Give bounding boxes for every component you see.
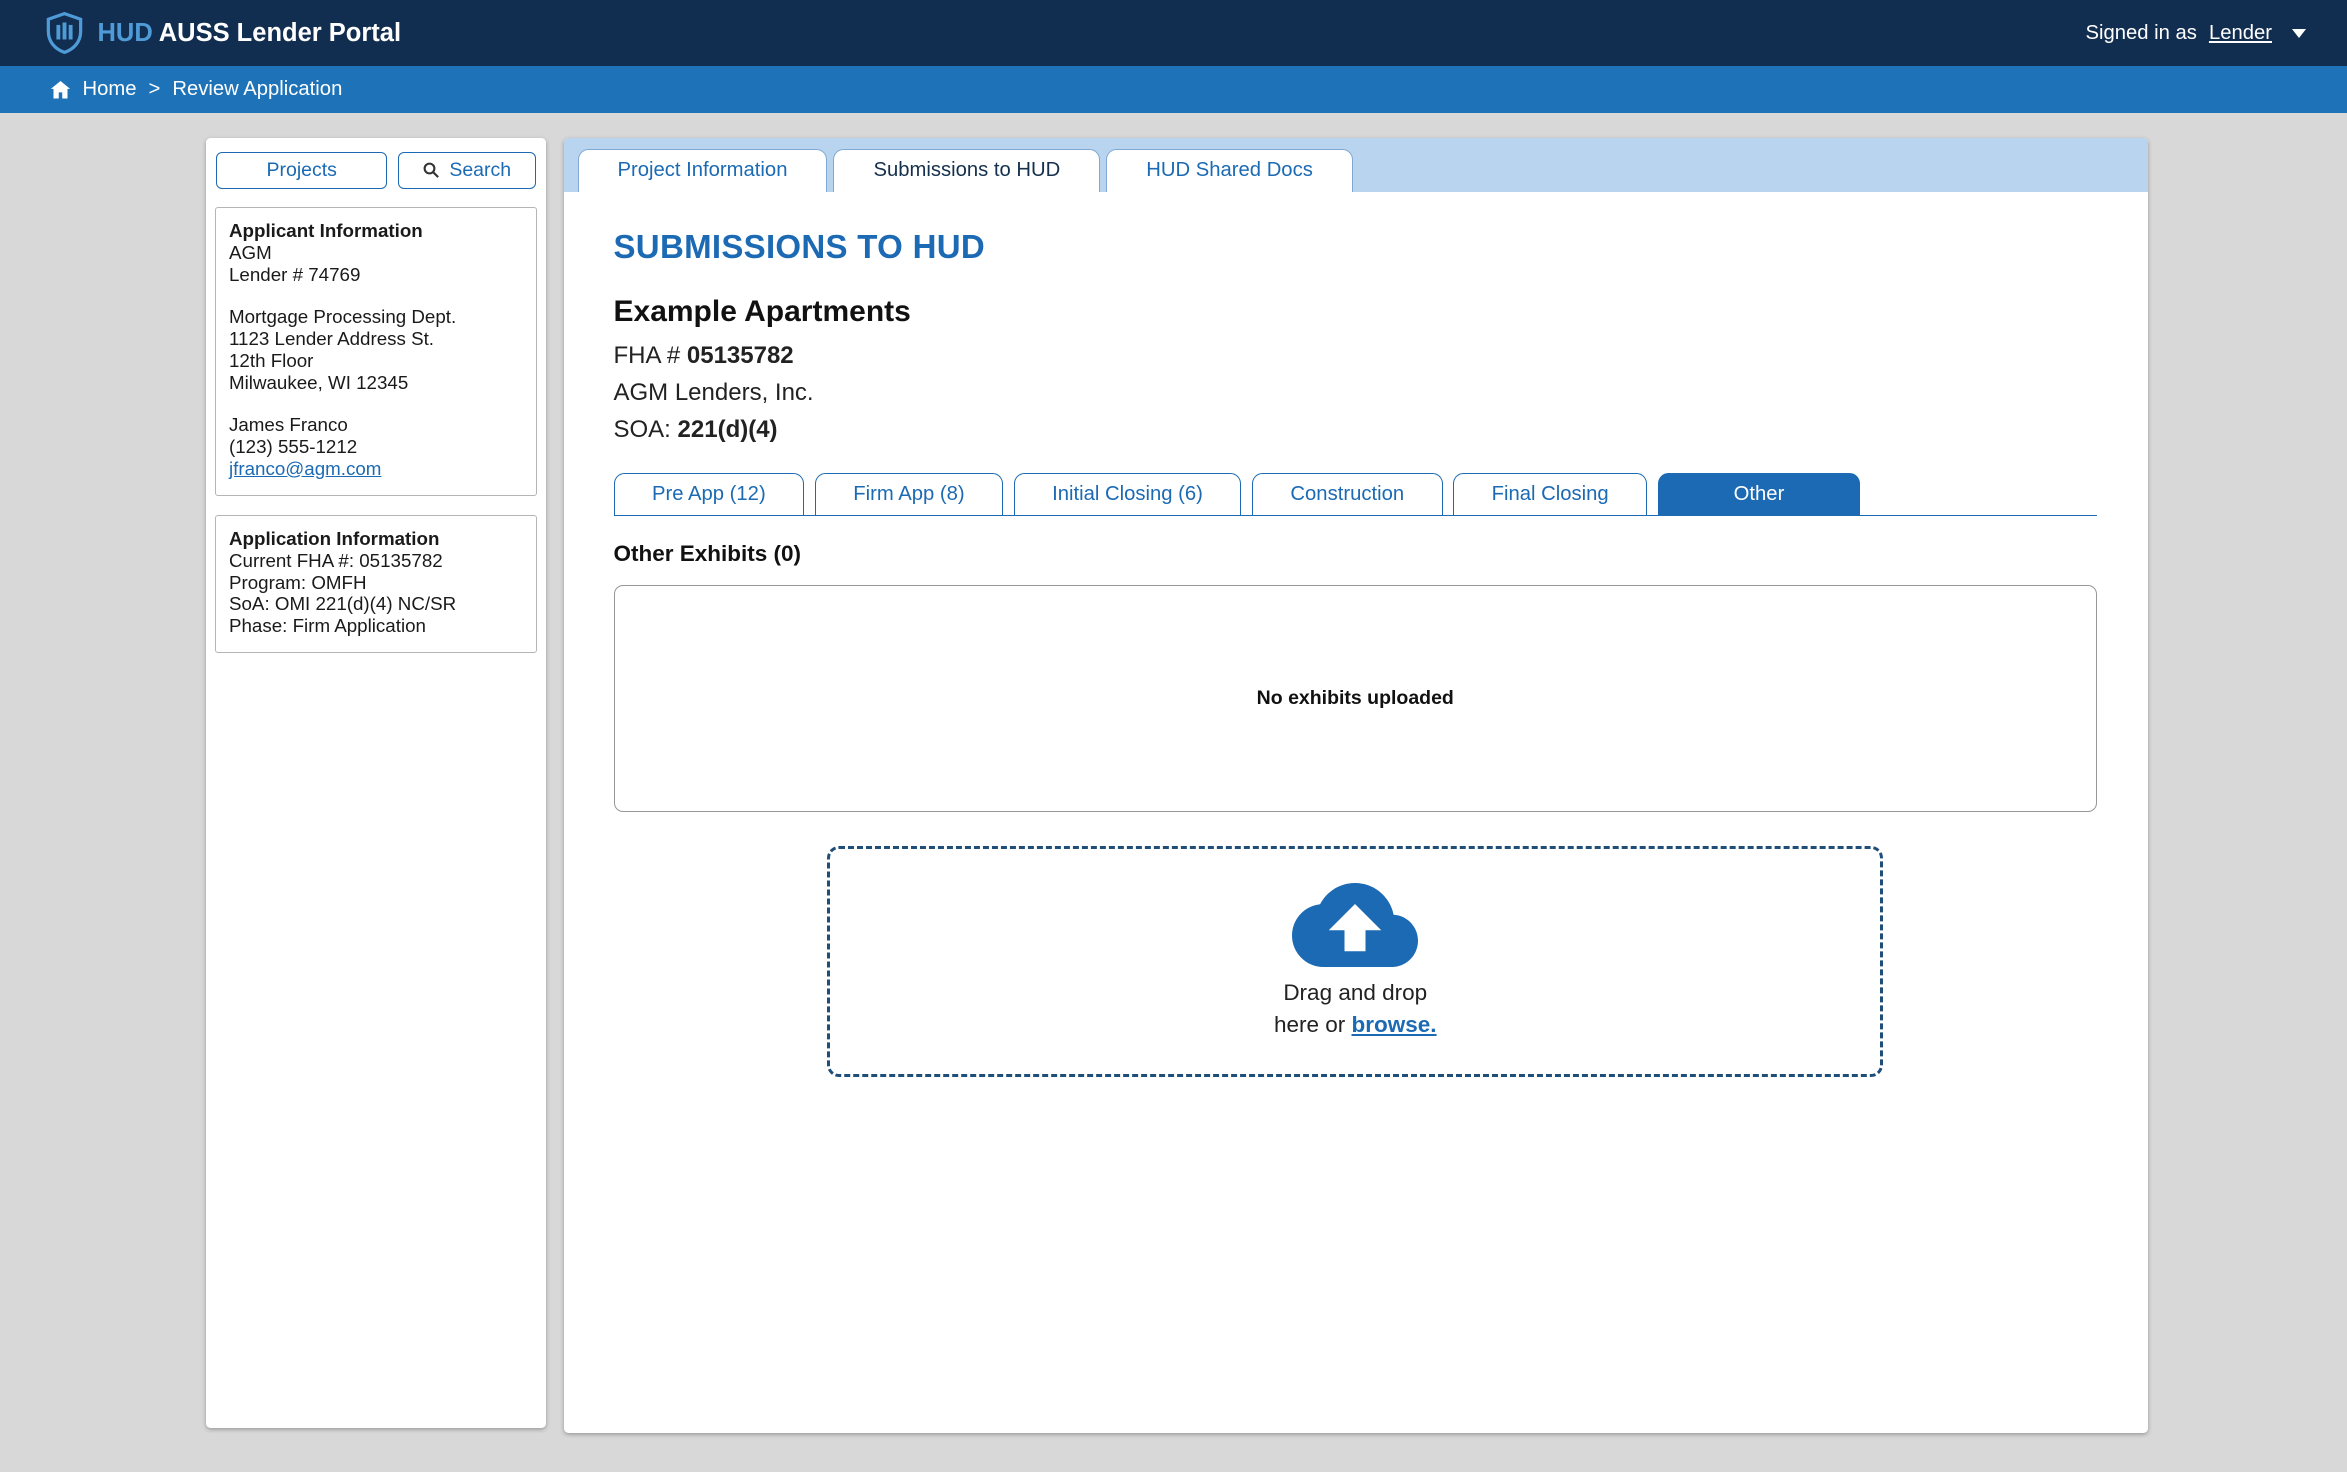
empty-message: No exhibits uploaded [1257, 687, 1454, 710]
breadcrumb-separator: > [149, 78, 161, 101]
applicant-address1: 1123 Lender Address St. [229, 328, 523, 350]
dropzone-line2: here or browse. [1274, 1009, 1437, 1041]
fha-label: FHA # [614, 342, 681, 369]
content-area: Projects Search Applicant Information AG… [0, 113, 2347, 1472]
applicant-address2: 12th Floor [229, 350, 523, 372]
subtab-other-label: Other [1734, 483, 1785, 506]
sidebar-tab-search[interactable]: Search [398, 152, 536, 190]
page: HUDAUSS Lender Portal Signed in as Lende… [0, 0, 2347, 1472]
soa-value: 221(d)(4) [678, 416, 778, 443]
hud-shield-icon [45, 12, 84, 54]
application-current-fha: Current FHA #: 05135782 [229, 550, 523, 572]
sidebar: Projects Search Applicant Information AG… [206, 138, 547, 1428]
app-title: HUDAUSS Lender Portal [98, 19, 402, 48]
sidebar-tab-search-label: Search [449, 159, 511, 182]
applicant-dept: Mortgage Processing Dept. [229, 306, 523, 328]
main-tabstrip: Project Information Submissions to HUD H… [564, 138, 2148, 192]
dropzone-text: Drag and drop here or browse. [1274, 977, 1437, 1040]
soa-label: SOA: [614, 416, 671, 443]
subtab-construction[interactable]: Construction [1252, 473, 1443, 515]
soa-line: SOA: 221(d)(4) [614, 416, 2098, 444]
tab-hud-shared-docs-label: HUD Shared Docs [1146, 159, 1313, 182]
tab-project-information-label: Project Information [618, 159, 788, 182]
user-menu[interactable]: Signed in as Lender [2085, 22, 2305, 45]
sidebar-tabs: Projects Search [216, 152, 536, 190]
subtab-firm-app[interactable]: Firm App (8) [815, 473, 1003, 515]
breadcrumb: Home > Review Application [0, 66, 2347, 113]
tab-submissions-to-hud-label: Submissions to HUD [873, 159, 1060, 182]
lender-name: AGM Lenders, Inc. [614, 379, 2098, 407]
brand: HUDAUSS Lender Portal [45, 12, 401, 54]
applicant-address3: Milwaukee, WI 12345 [229, 372, 523, 394]
applicant-contact-name: James Franco [229, 414, 523, 436]
phase-subtabs: Pre App (12) Firm App (8) Initial Closin… [614, 473, 2098, 516]
cloud-upload-icon [1292, 883, 1418, 967]
applicant-lender-number: Lender # 74769 [229, 264, 523, 286]
signed-in-user[interactable]: Lender [2209, 22, 2272, 45]
subtab-initial-closing[interactable]: Initial Closing (6) [1014, 473, 1242, 515]
application-information-box: Application Information Current FHA #: 0… [215, 515, 538, 653]
sidebar-tab-projects-label: Projects [266, 159, 336, 182]
browse-link[interactable]: browse. [1352, 1012, 1437, 1037]
top-header: HUDAUSS Lender Portal Signed in as Lende… [0, 0, 2347, 66]
applicant-org: AGM [229, 242, 523, 264]
page-title: SUBMISSIONS TO HUD [614, 228, 2098, 266]
main-panel: Project Information Submissions to HUD H… [564, 138, 2148, 1433]
sidebar-tab-projects[interactable]: Projects [216, 152, 387, 190]
application-program: Program: OMFH [229, 572, 523, 594]
caret-down-icon [2292, 29, 2306, 38]
tab-submissions-to-hud[interactable]: Submissions to HUD [833, 149, 1100, 193]
signed-in-label: Signed in as [2085, 22, 2196, 45]
application-soa: SoA: OMI 221(d)(4) NC/SR [229, 593, 523, 615]
applicant-contact-email-link[interactable]: jfranco@agm.com [229, 458, 381, 479]
subtab-final-closing[interactable]: Final Closing [1453, 473, 1647, 515]
subtab-construction-label: Construction [1290, 483, 1404, 506]
dropzone-line1: Drag and drop [1274, 977, 1437, 1009]
fha-line: FHA # 05135782 [614, 342, 2098, 370]
exhibits-section-title: Other Exhibits (0) [614, 541, 2098, 567]
tab-hud-shared-docs[interactable]: HUD Shared Docs [1106, 149, 1353, 193]
application-phase: Phase: Firm Application [229, 615, 523, 637]
tab-project-information[interactable]: Project Information [578, 149, 828, 193]
subtab-final-closing-label: Final Closing [1492, 483, 1609, 506]
subtab-pre-app[interactable]: Pre App (12) [614, 473, 805, 515]
subtab-other[interactable]: Other [1658, 473, 1861, 515]
exhibits-empty-panel: No exhibits uploaded [614, 585, 2098, 812]
subtab-firm-app-label: Firm App (8) [853, 483, 964, 506]
applicant-information-box: Applicant Information AGM Lender # 74769… [215, 207, 538, 496]
fha-value: 05135782 [687, 342, 794, 369]
applicant-information-title: Applicant Information [229, 220, 523, 242]
brand-rest: AUSS Lender Portal [159, 19, 401, 47]
breadcrumb-home-link[interactable]: Home [83, 78, 137, 101]
upload-dropzone[interactable]: Drag and drop here or browse. [827, 846, 1883, 1077]
brand-hud: HUD [98, 19, 153, 47]
subtab-initial-closing-label: Initial Closing (6) [1052, 483, 1203, 506]
application-information-title: Application Information [229, 528, 523, 550]
breadcrumb-current: Review Application [172, 78, 342, 101]
main-body: SUBMISSIONS TO HUD Example Apartments FH… [564, 192, 2148, 1077]
dropzone-line2-prefix: here or [1274, 1012, 1345, 1037]
home-icon [50, 80, 71, 100]
subtab-pre-app-label: Pre App (12) [652, 483, 766, 506]
search-icon [422, 161, 440, 179]
project-name: Example Apartments [614, 295, 2098, 329]
applicant-contact-phone: (123) 555-1212 [229, 436, 523, 458]
